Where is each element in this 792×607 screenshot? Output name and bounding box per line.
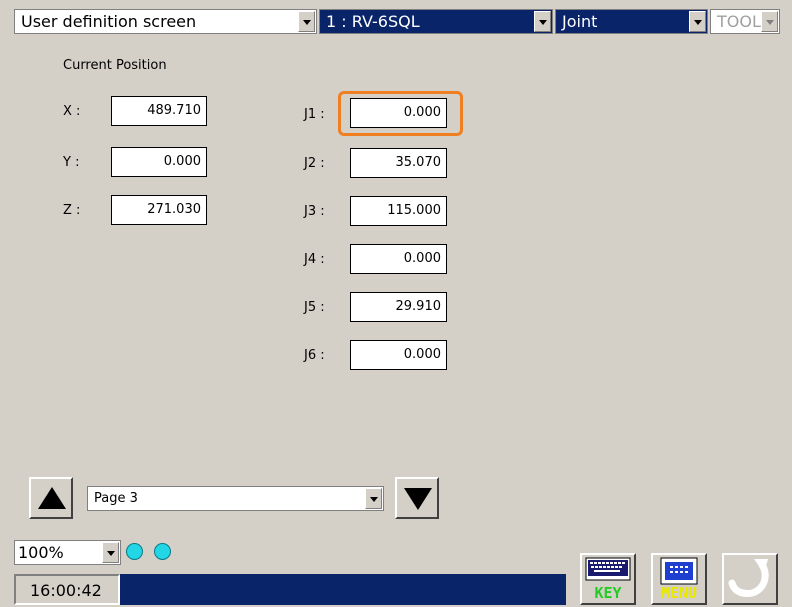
y-field[interactable]: 0.000 [111, 147, 207, 177]
page-select[interactable]: Page 3 [87, 486, 384, 511]
clock-value: 16:00:42 [30, 581, 102, 600]
page-down-button[interactable] [395, 477, 439, 519]
keyboard-button-label: KEY [594, 584, 622, 602]
chevron-down-icon[interactable] [365, 488, 382, 509]
section-title: Current Position [63, 58, 167, 73]
j3-field[interactable]: 115.000 [350, 196, 447, 226]
chevron-down-icon[interactable] [298, 11, 315, 32]
arrow-down-icon [404, 488, 432, 510]
j4-value: 0.000 [403, 251, 441, 266]
page-select-value: Page 3 [94, 491, 138, 506]
chevron-down-icon[interactable] [102, 542, 119, 563]
screen-select-value: User definition screen [21, 12, 197, 31]
x-label: X : [63, 104, 81, 119]
zoom-value: 100% [18, 543, 64, 562]
menu-button[interactable]: MENU [651, 553, 707, 605]
return-icon [728, 559, 769, 597]
chevron-down-icon[interactable] [689, 11, 706, 32]
page-up-button[interactable] [29, 477, 73, 519]
j6-value: 0.000 [403, 347, 441, 362]
j1-label: J1 : [304, 107, 325, 122]
x-value: 489.710 [147, 103, 201, 118]
j2-field[interactable]: 35.070 [350, 148, 447, 178]
j3-label: J3 : [304, 204, 325, 219]
user-definition-screen: User definition screen 1 : RV-6SQL Joint… [0, 0, 792, 607]
z-field[interactable]: 271.030 [111, 195, 207, 225]
robot-select[interactable]: 1 : RV-6SQL [319, 9, 553, 34]
j5-label: J5 : [304, 300, 325, 315]
coordinate-select-value: Joint [562, 12, 598, 31]
j2-label: J2 : [304, 156, 325, 171]
keyboard-button[interactable]: KEY [580, 553, 636, 605]
coordinate-select[interactable]: Joint [555, 9, 708, 34]
x-field[interactable]: 489.710 [111, 96, 207, 126]
status-lamp-2 [154, 543, 171, 560]
j1-value: 0.000 [403, 105, 441, 120]
menu-button-label: MENU [660, 584, 698, 602]
j3-value: 115.000 [387, 203, 441, 218]
j1-field[interactable]: 0.000 [350, 98, 447, 128]
chevron-down-icon[interactable] [534, 11, 551, 32]
back-button[interactable] [722, 553, 778, 605]
y-label: Y : [63, 155, 80, 170]
clock-display: 16:00:42 [14, 574, 120, 605]
arrow-up-icon [38, 487, 66, 509]
j4-field[interactable]: 0.000 [350, 244, 447, 274]
screen-select[interactable]: User definition screen [14, 9, 317, 34]
status-lamp-1 [126, 543, 143, 560]
tool-select: TOOL0 [710, 9, 780, 34]
chevron-down-icon [761, 11, 778, 32]
j5-value: 29.910 [395, 299, 442, 314]
j6-label: J6 : [304, 348, 325, 363]
robot-select-value: 1 : RV-6SQL [326, 12, 420, 31]
j2-value: 35.070 [395, 155, 442, 170]
j5-field[interactable]: 29.910 [350, 292, 447, 322]
j6-field[interactable]: 0.000 [350, 340, 447, 370]
z-label: Z : [63, 203, 81, 218]
z-value: 271.030 [147, 202, 201, 217]
j4-label: J4 : [304, 252, 325, 267]
zoom-select[interactable]: 100% [14, 540, 121, 565]
y-value: 0.000 [163, 154, 201, 169]
